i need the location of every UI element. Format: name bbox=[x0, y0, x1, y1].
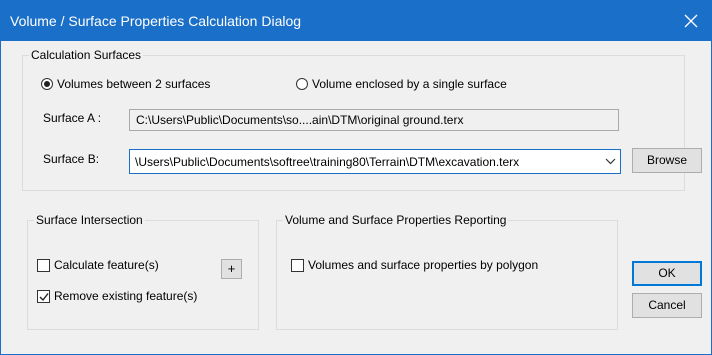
surface-a-value: C:\Users\Public\Documents\so....ain\DTM\… bbox=[136, 113, 464, 127]
close-icon bbox=[684, 14, 698, 28]
cancel-label: Cancel bbox=[648, 298, 686, 312]
radio-single-surface-label: Volume enclosed by a single surface bbox=[312, 77, 507, 91]
remove-existing-features-checkbox[interactable]: Remove existing feature(s) bbox=[37, 289, 197, 303]
calculate-features-label: Calculate feature(s) bbox=[54, 258, 159, 272]
surface-b-value[interactable]: \Users\Public\Documents\softree\training… bbox=[135, 155, 595, 169]
add-feature-button[interactable]: + bbox=[221, 259, 242, 279]
calculation-surfaces-legend: Calculation Surfaces bbox=[31, 48, 142, 62]
remove-checkbox-box bbox=[37, 289, 50, 303]
volumes-by-polygon-label: Volumes and surface properties by polygo… bbox=[308, 258, 539, 272]
calculate-checkbox-box bbox=[37, 258, 50, 272]
radio-selected-icon bbox=[41, 78, 53, 90]
radio-volumes-between-2-surfaces[interactable]: Volumes between 2 surfaces bbox=[41, 77, 210, 91]
checkmark-icon bbox=[39, 292, 49, 301]
radio-volume-single-surface[interactable]: Volume enclosed by a single surface bbox=[296, 77, 507, 91]
title-bar[interactable]: Volume / Surface Properties Calculation … bbox=[1, 1, 711, 41]
ok-label: OK bbox=[658, 266, 676, 280]
ok-button[interactable]: OK bbox=[632, 261, 702, 286]
surface-a-label: Surface A : bbox=[43, 111, 102, 125]
radio-unselected-icon bbox=[296, 78, 308, 90]
cancel-button[interactable]: Cancel bbox=[632, 293, 702, 318]
calculate-features-checkbox[interactable]: Calculate feature(s) bbox=[37, 258, 159, 272]
dialog-window: Volume / Surface Properties Calculation … bbox=[0, 0, 712, 355]
radio-volumes-between-label: Volumes between 2 surfaces bbox=[57, 77, 211, 91]
surface-b-label: Surface B: bbox=[43, 152, 100, 166]
close-button[interactable] bbox=[671, 1, 711, 41]
polygon-checkbox-box bbox=[291, 258, 304, 272]
chevron-down-icon[interactable] bbox=[605, 158, 616, 165]
dialog-title: Volume / Surface Properties Calculation … bbox=[10, 13, 302, 29]
surface-intersection-legend: Surface Intersection bbox=[36, 213, 143, 227]
plus-icon: + bbox=[227, 261, 236, 276]
volumes-by-polygon-checkbox[interactable]: Volumes and surface properties by polygo… bbox=[291, 258, 538, 272]
browse-label: Browse bbox=[646, 153, 687, 167]
remove-existing-label: Remove existing feature(s) bbox=[54, 289, 198, 303]
surface-a-field: C:\Users\Public\Documents\so....ain\DTM\… bbox=[129, 109, 619, 131]
surface-b-combobox[interactable]: \Users\Public\Documents\softree\training… bbox=[129, 149, 621, 174]
browse-button[interactable]: Browse bbox=[632, 148, 702, 173]
reporting-legend: Volume and Surface Properties Reporting bbox=[285, 213, 507, 227]
